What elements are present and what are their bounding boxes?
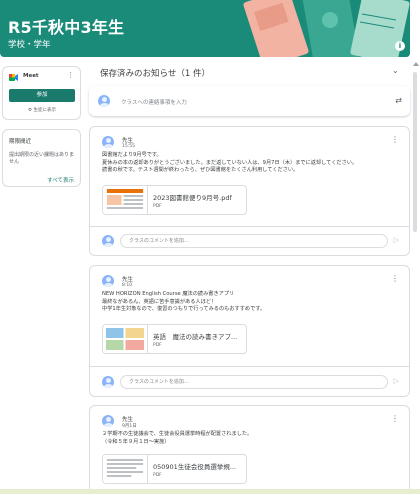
post-author: 先生: [122, 417, 134, 423]
class-banner: R5千秋中3年生 学校・学年 i: [0, 0, 410, 57]
bottom-edge: [0, 489, 420, 494]
divider: [90, 366, 409, 367]
avatar: [102, 136, 114, 148]
scroll-thumb[interactable]: [413, 72, 417, 232]
avatar: [98, 95, 110, 107]
attachment-name: 050901生徒会役員選挙規...: [153, 463, 237, 471]
more-vert-icon[interactable]: ⋮: [391, 135, 399, 144]
post-line: （令和５年９月１日〜実施）: [102, 438, 170, 445]
announcement-post: 先生 9月1日 ⋮ ２学期不の生徒議会で、生徒会役員選挙時程が配置されました。 …: [89, 405, 410, 494]
post-line: 読書の秋です。テスト週間が終わったら、ぜひ図書館をたくさん利用してください。: [102, 167, 299, 173]
share-announcement-box[interactable]: クラスへの連絡事項を入力 ⇄: [89, 86, 410, 116]
send-icon[interactable]: ▷: [394, 377, 399, 385]
post-date: 8:10: [122, 283, 133, 288]
attachment-card[interactable]: 2023図書館便り9月号.pdf PDF: [102, 185, 247, 215]
avatar: [102, 275, 114, 287]
avatar: [102, 415, 114, 427]
chevron-down-icon[interactable]: ⌄: [392, 66, 399, 75]
attachment-name: 2023図書館便り9月号.pdf: [153, 194, 232, 202]
attachment-type: PDF: [153, 473, 162, 478]
attachment-thumbnail: [103, 186, 148, 214]
upcoming-card: 期限間近 提出期限の近い課題はありません すべて表示: [2, 129, 81, 187]
more-vert-icon[interactable]: ⋮: [67, 72, 74, 79]
announcement-post: 先生 15:55 ⋮ 図書館だより9月号です。 夏休みの本の返却ありがとうござい…: [89, 126, 410, 256]
post-date: 9月1日: [122, 424, 137, 429]
post-body: 図書館だより9月号です。 夏休みの本の返却ありがとうございました。まだ返していな…: [102, 152, 402, 175]
more-vert-icon[interactable]: ⋮: [391, 414, 399, 423]
avatar: [102, 235, 114, 247]
post-body: ２学期不の生徒議会で、生徒会役員選挙時程が配置されました。 （令和５年９月１日〜…: [102, 431, 402, 446]
announcement-post: 先生 8:10 ⋮ NEW HORIZON English Course 魔法の…: [89, 265, 410, 397]
attachment-thumbnail: [103, 325, 148, 353]
send-icon[interactable]: ▷: [394, 236, 399, 244]
meet-icon: [9, 74, 18, 81]
attachment-card[interactable]: 英語 魔法の読み書きアプ... PDF: [102, 324, 247, 354]
attachment-thumbnail: [103, 455, 148, 483]
class-subtitle: 学校・学年: [8, 40, 51, 50]
upcoming-text: 提出期限の近い課題はありません: [9, 152, 75, 165]
class-title: R5千秋中3年生: [8, 18, 125, 37]
meet-visibility-setting[interactable]: ⚙ 生徒に表示: [9, 107, 75, 113]
banner-illustration: [230, 0, 410, 57]
join-button[interactable]: 参加: [9, 89, 75, 102]
comment-input[interactable]: クラスのコメントを追加...: [120, 234, 388, 248]
saved-announcements-title[interactable]: 保存済みのお知らせ（1 件）: [100, 67, 210, 79]
upcoming-title: 期限間近: [9, 139, 32, 145]
post-date: 15:55: [122, 144, 135, 149]
info-icon[interactable]: i: [395, 41, 405, 51]
post-line: 図書館だより9月号です。: [102, 152, 162, 158]
post-body: NEW HORIZON English Course 魔法の読み書きアプリ 最終…: [102, 291, 402, 314]
post-author: 先生: [122, 277, 134, 283]
attachment-name: 英語 魔法の読み書きアプ...: [153, 333, 238, 341]
comment-input[interactable]: クラスのコメントを追加...: [120, 375, 388, 389]
avatar: [102, 376, 114, 388]
meet-card: Meet ⋮ 参加 ⚙ 生徒に表示: [2, 66, 81, 120]
repost-icon[interactable]: ⇄: [395, 96, 402, 105]
post-line: NEW HORIZON English Course 魔法の読み書きアプリ: [102, 291, 235, 297]
meet-label: Meet: [23, 73, 39, 79]
page-scrollbar[interactable]: [412, 60, 419, 485]
attachment-type: PDF: [153, 204, 162, 209]
more-vert-icon[interactable]: ⋮: [391, 274, 399, 283]
view-all-link[interactable]: すべて表示: [47, 176, 74, 184]
divider: [90, 226, 409, 227]
post-line: ２学期不の生徒議会で、生徒会役員選挙時程が配置されました。: [102, 431, 253, 437]
post-line: 最終ながあるん、英語に苦手意識がある人ほど！: [102, 298, 217, 305]
scroll-up-arrow-icon[interactable]: [413, 62, 419, 66]
attachment-type: PDF: [153, 343, 162, 348]
attachment-card[interactable]: 050901生徒会役員選挙規... PDF: [102, 454, 247, 484]
post-line: 夏休みの本の返却ありがとうございました。まだ返していない人は、9月7日（木）まで…: [102, 159, 358, 166]
share-placeholder[interactable]: クラスへの連絡事項を入力: [121, 98, 187, 106]
post-author: 先生: [122, 138, 134, 144]
post-line: 中学1年生対象なので、復習のつもりで行ってみるのもおすすめです。: [102, 306, 266, 312]
